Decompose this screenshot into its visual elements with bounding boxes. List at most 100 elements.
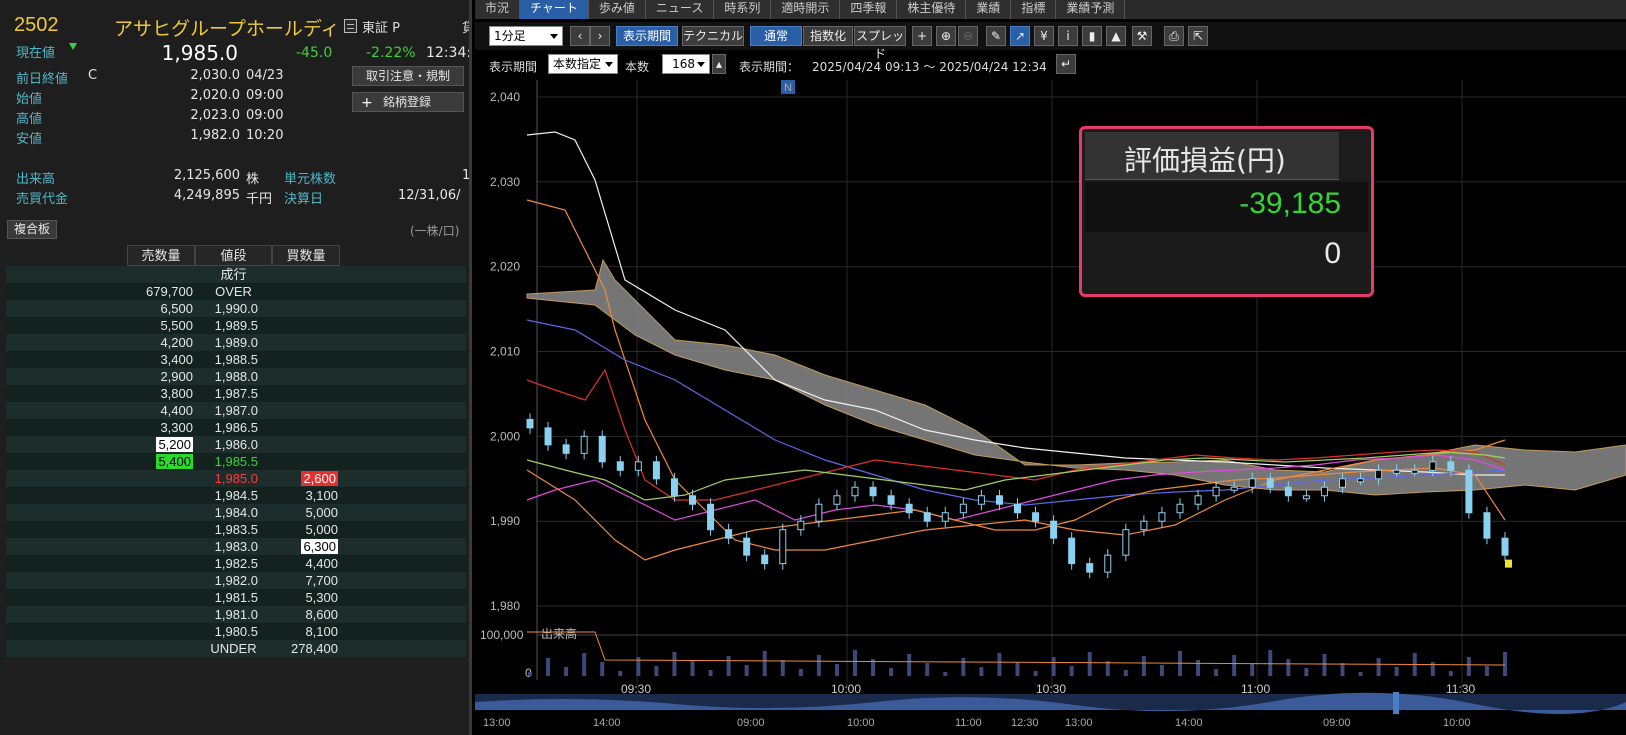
board-buy-qty[interactable]: 4,400 — [272, 555, 340, 572]
board-price[interactable]: 1,989.5 — [195, 317, 272, 334]
period-mode-select[interactable]: 本数指定 — [548, 54, 618, 74]
board-price[interactable]: 1,983.5 — [195, 521, 272, 538]
interval-select[interactable]: 1分足 — [489, 26, 563, 46]
board-buy-qty[interactable] — [272, 266, 340, 283]
board-row[interactable]: 2,900 1,988.0 — [6, 368, 466, 385]
board-sell-qty[interactable] — [127, 640, 195, 657]
board-price[interactable]: 1,987.5 — [195, 385, 272, 402]
board-sell-qty[interactable] — [127, 504, 195, 521]
board-price[interactable]: 1,986.5 — [195, 419, 272, 436]
board-price[interactable]: UNDER — [195, 640, 272, 657]
tab-10[interactable]: 業績予測 — [1056, 0, 1126, 19]
board-price[interactable]: 1,980.5 — [195, 623, 272, 640]
price-chart[interactable]: 2,040 2,030 2,020 2,010 2,000 1,990 1,980 09:30… — [475, 80, 1626, 735]
board-buy-qty[interactable]: 3,100 — [272, 487, 340, 504]
pen-icon[interactable]: ✎ — [986, 26, 1006, 46]
board-price[interactable]: 1,987.0 — [195, 402, 272, 419]
board-price[interactable]: 1,984.0 — [195, 504, 272, 521]
board-price[interactable]: 1,988.5 — [195, 351, 272, 368]
board-buy-qty[interactable]: 278,400 — [272, 640, 340, 657]
board-price[interactable]: 1,981.0 — [195, 606, 272, 623]
board-buy-qty[interactable]: 6,300 — [272, 538, 340, 555]
board-row[interactable]: 1,982.0 7,700 — [6, 572, 466, 589]
board-sell-qty[interactable] — [127, 623, 195, 640]
board-sell-qty[interactable]: 679,700 — [127, 283, 195, 300]
board-buy-qty[interactable]: 7,700 — [272, 572, 340, 589]
board-buy-qty[interactable] — [272, 334, 340, 351]
board-sell-qty[interactable]: 3,400 — [127, 351, 195, 368]
board-buy-qty[interactable]: 8,600 — [272, 606, 340, 623]
board-price[interactable]: 1,982.0 — [195, 572, 272, 589]
board-price[interactable]: 1,981.5 — [195, 589, 272, 606]
board-row[interactable]: 1,981.5 5,300 — [6, 589, 466, 606]
board-buy-qty[interactable] — [272, 402, 340, 419]
wrench-icon[interactable]: ⚒ — [1132, 26, 1152, 46]
board-row[interactable]: 5,400 1,985.5 — [6, 453, 466, 470]
board-row[interactable]: 4,400 1,987.0 — [6, 402, 466, 419]
tab-2[interactable]: 歩み値 — [588, 0, 646, 19]
board-sell-qty[interactable] — [127, 487, 195, 504]
board-row[interactable]: UNDER 278,400 — [6, 640, 466, 657]
board-buy-qty[interactable]: 2,600 — [272, 470, 340, 487]
board-buy-qty[interactable] — [272, 368, 340, 385]
tab-6[interactable]: 四季報 — [840, 0, 898, 19]
tab-9[interactable]: 指標 — [1011, 0, 1057, 19]
tab-0[interactable]: 市況 — [475, 0, 521, 19]
normal-button[interactable]: 通常 — [750, 26, 802, 46]
board-row[interactable]: 4,200 1,989.0 — [6, 334, 466, 351]
reset-icon[interactable]: ↵ — [1056, 54, 1076, 74]
board-sell-qty[interactable] — [127, 572, 195, 589]
tab-1[interactable]: チャート — [520, 0, 589, 19]
count-input[interactable]: 168 — [662, 54, 710, 74]
print-icon[interactable]: ⎙ — [1164, 26, 1184, 46]
document-icon[interactable] — [344, 19, 357, 33]
count-up-icon[interactable]: ▴ — [712, 54, 726, 74]
candle-icon[interactable]: ▮ — [1082, 26, 1102, 46]
board-row[interactable]: 1,982.5 4,400 — [6, 555, 466, 572]
board-row[interactable]: 1,983.0 6,300 — [6, 538, 466, 555]
board-price[interactable]: 1,988.0 — [195, 368, 272, 385]
board-row[interactable]: 3,400 1,988.5 — [6, 351, 466, 368]
board-sell-qty[interactable]: 5,400 — [127, 453, 195, 470]
register-button[interactable]: + 銘柄登録 — [352, 92, 464, 112]
board-sell-qty[interactable] — [127, 589, 195, 606]
tab-5[interactable]: 適時開示 — [771, 0, 841, 19]
board-buy-qty[interactable] — [272, 385, 340, 402]
spread-button[interactable]: スプレッド — [854, 26, 906, 61]
board-sell-qty[interactable]: 4,200 — [127, 334, 195, 351]
board-price[interactable]: 1,983.0 — [195, 538, 272, 555]
board-buy-qty[interactable]: 5,000 — [272, 521, 340, 538]
info-icon[interactable]: i — [1058, 26, 1078, 46]
cursor-icon[interactable]: ↗ — [1010, 26, 1030, 46]
chevron-right-icon[interactable]: › — [590, 26, 610, 46]
board-price[interactable]: 1,989.0 — [195, 334, 272, 351]
board-sell-qty[interactable] — [127, 266, 195, 283]
board-tab[interactable]: 複合板 — [7, 220, 57, 239]
board-price[interactable]: 1,990.0 — [195, 300, 272, 317]
zoom-out-icon[interactable]: ⊖ — [958, 26, 978, 46]
board-sell-qty[interactable]: 5,200 — [127, 436, 195, 453]
board-sell-qty[interactable] — [127, 538, 195, 555]
board-sell-qty[interactable]: 5,500 — [127, 317, 195, 334]
board-price[interactable]: 1,984.5 — [195, 487, 272, 504]
yen-icon[interactable]: ¥ — [1034, 26, 1054, 46]
board-row[interactable]: 成行 — [6, 266, 466, 283]
board-row[interactable]: 1,984.5 3,100 — [6, 487, 466, 504]
index-button[interactable]: 指数化 — [803, 26, 853, 46]
board-row[interactable]: 1,984.0 5,000 — [6, 504, 466, 521]
board-buy-qty[interactable] — [272, 436, 340, 453]
board-buy-qty[interactable] — [272, 300, 340, 317]
board-sell-qty[interactable]: 3,800 — [127, 385, 195, 402]
crosshair-icon[interactable]: + — [912, 26, 932, 46]
board-buy-qty[interactable] — [272, 317, 340, 334]
tab-3[interactable]: ニュース — [645, 0, 715, 19]
board-sell-qty[interactable] — [127, 555, 195, 572]
board-price[interactable]: 1,985.0 — [195, 470, 272, 487]
chevron-left-icon[interactable]: ‹ — [570, 26, 590, 46]
board-price[interactable]: 1,986.0 — [195, 436, 272, 453]
board-buy-qty[interactable] — [272, 419, 340, 436]
board-row[interactable]: 5,500 1,989.5 — [6, 317, 466, 334]
tab-4[interactable]: 時系列 — [714, 0, 772, 19]
board-price[interactable]: 1,985.5 — [195, 453, 272, 470]
board-row[interactable]: 1,985.0 2,600 — [6, 470, 466, 487]
